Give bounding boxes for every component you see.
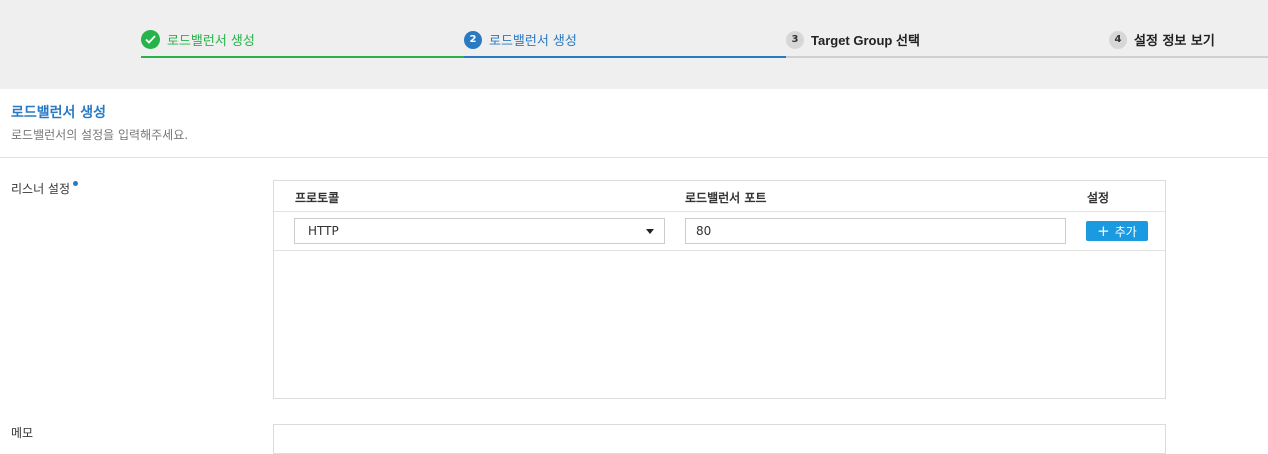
- listener-row: HTTP + 추가: [274, 212, 1165, 251]
- add-button-label: 추가: [1114, 224, 1137, 239]
- protocol-select-value: HTTP: [308, 224, 339, 238]
- listener-table-header: 프로토콜 로드밸런서 포트 설정: [274, 181, 1165, 212]
- page-description: 로드밸런서의 설정을 입력해주세요.: [11, 128, 189, 142]
- step-1: 로드밸런서 생성: [141, 28, 464, 58]
- step-2: 2 로드밸런서 생성: [464, 28, 786, 58]
- settings-column-header: 설정: [1087, 191, 1110, 205]
- protocol-column-header: 프로토콜: [295, 191, 340, 205]
- port-column-header: 로드밸런서 포트: [685, 191, 767, 205]
- step-4: 4 설정 정보 보기: [1109, 30, 1215, 49]
- listener-settings-label: 리스너 설정: [11, 180, 79, 197]
- page-title: 로드밸런서 생성: [11, 105, 107, 121]
- required-indicator: [73, 181, 79, 186]
- step-4-number: 4: [1109, 30, 1127, 49]
- memo-textarea[interactable]: [273, 424, 1166, 454]
- add-button[interactable]: + 추가: [1086, 221, 1148, 241]
- listener-settings-label-text: 리스너 설정: [11, 182, 71, 196]
- step-1-progress-bar: [141, 56, 464, 58]
- caret-down-icon: [646, 229, 654, 234]
- step-1-label: 로드밸런서 생성: [167, 34, 255, 49]
- memo-label: 메모: [11, 426, 34, 440]
- divider: [0, 157, 1268, 158]
- stepper: 로드밸런서 생성 2 로드밸런서 생성 3 Target Group 선택 4 …: [0, 0, 1268, 89]
- plus-icon: +: [1097, 221, 1110, 240]
- step-3-progress-bar: [786, 56, 1268, 58]
- step-3-label: Target Group 선택: [811, 33, 920, 48]
- step-3-number: 3: [786, 30, 804, 49]
- check-icon: [141, 30, 160, 49]
- step-2-label: 로드밸런서 생성: [489, 34, 577, 49]
- step-4-label: 설정 정보 보기: [1134, 34, 1215, 49]
- port-input[interactable]: [685, 218, 1066, 244]
- step-2-progress-bar: [464, 56, 786, 58]
- protocol-select[interactable]: HTTP: [294, 218, 665, 244]
- listener-table: 프로토콜 로드밸런서 포트 설정 HTTP + 추가: [273, 180, 1166, 399]
- step-2-number: 2: [464, 30, 482, 49]
